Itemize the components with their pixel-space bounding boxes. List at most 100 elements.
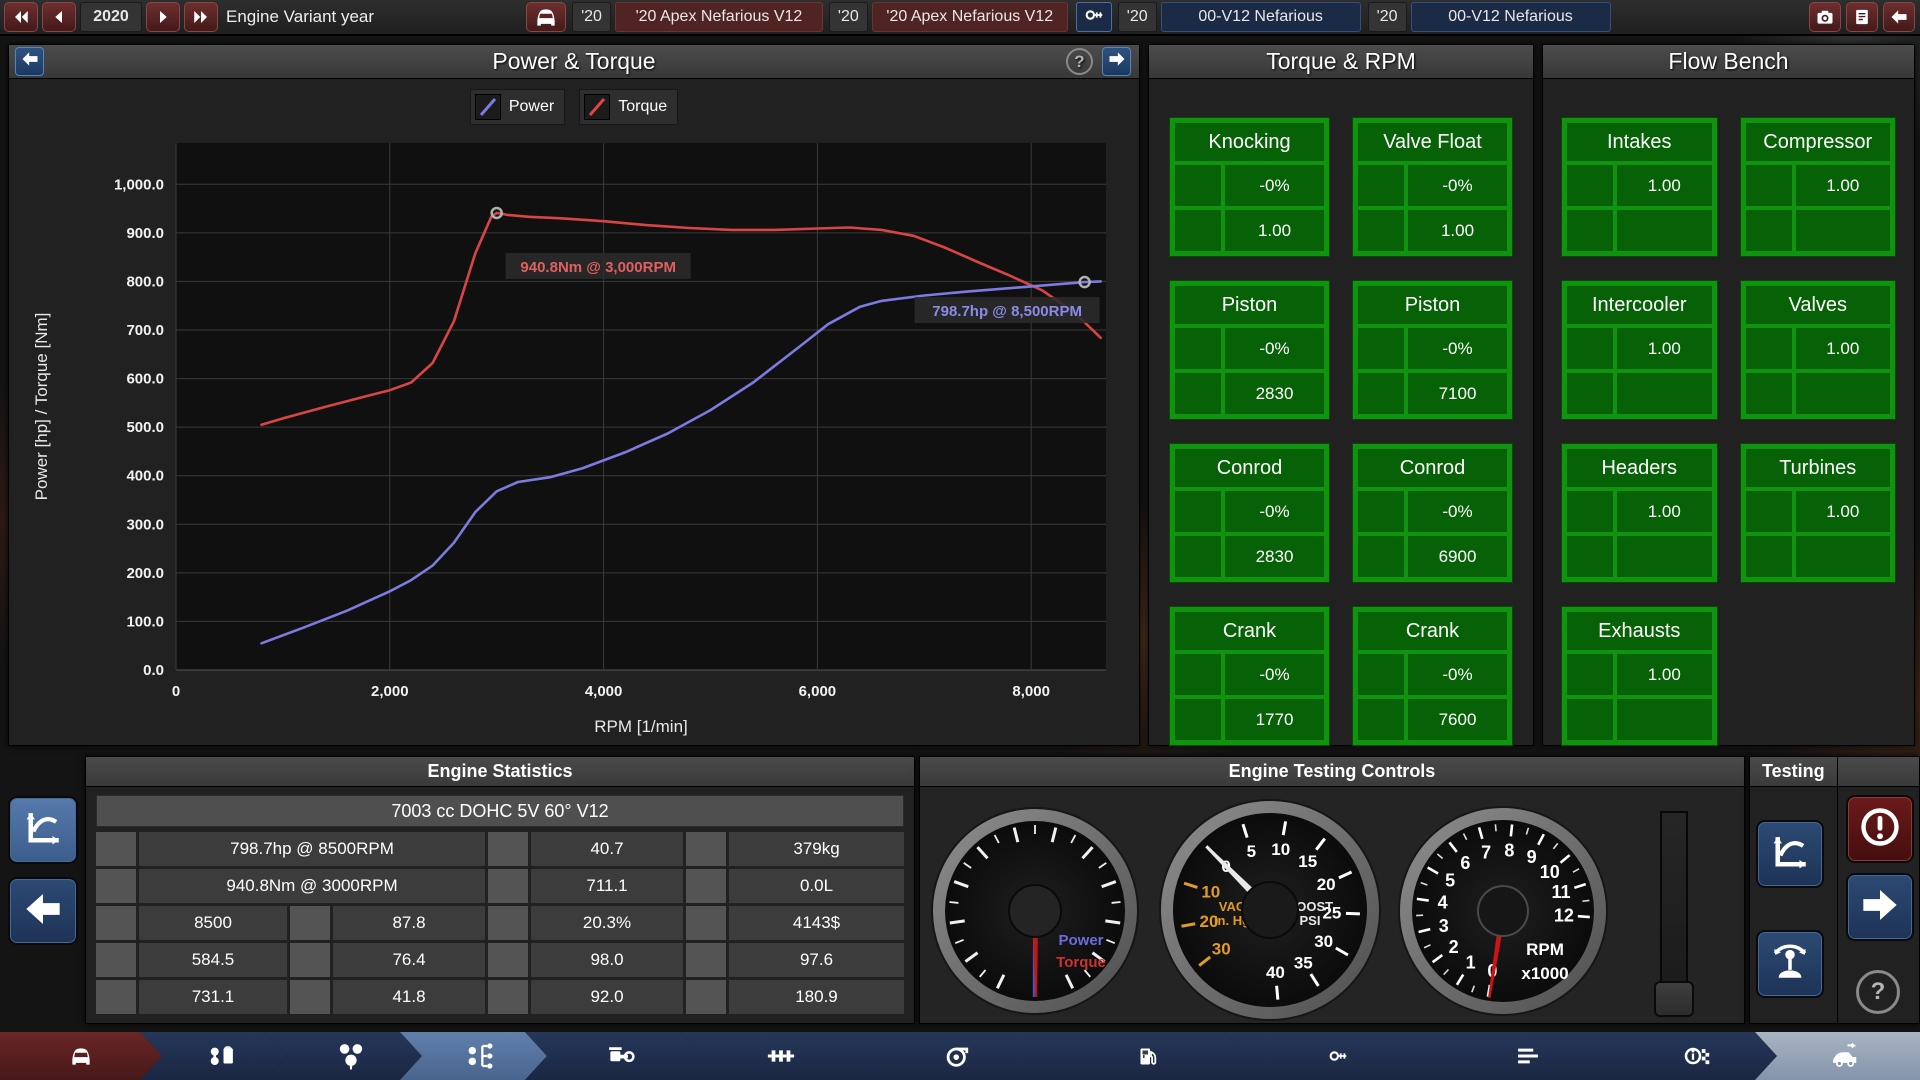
toolbar-tab-car-export[interactable] xyxy=(1755,1032,1920,1080)
toolbar-tab-turbo[interactable] xyxy=(845,1032,1057,1080)
dyno-graph-button[interactable] xyxy=(8,796,78,864)
flow_bench-card-exhausts: Exhausts 1.00 xyxy=(1561,606,1718,746)
help-button[interactable]: ? xyxy=(1856,970,1900,1014)
legend-item-power[interactable]: Power xyxy=(469,89,566,125)
svg-text:30: 30 xyxy=(1212,939,1231,958)
year-last-button[interactable] xyxy=(184,2,218,32)
toolbar-tab-fuel-pump[interactable] xyxy=(1035,1032,1247,1080)
svg-text:Torque: Torque xyxy=(1056,954,1106,971)
torque_rpm-card-valve-float: Valve Float -0% 1.00 xyxy=(1352,117,1513,257)
stat-value: 731.1 xyxy=(139,980,287,1014)
svg-text:400.0: 400.0 xyxy=(126,468,164,485)
card-row: 1.00 xyxy=(1567,328,1712,369)
svg-text:20: 20 xyxy=(1317,875,1336,894)
toolbar-tab-engine-family[interactable] xyxy=(265,1032,422,1080)
previous-screen-button[interactable] xyxy=(8,877,78,945)
toolbar-tab-car[interactable] xyxy=(0,1032,162,1080)
card-value: 1.00 xyxy=(1617,654,1712,695)
chart-next-button[interactable] xyxy=(1102,47,1131,76)
torque_rpm-card-conrod: Conrod -0% 6900 xyxy=(1352,443,1513,583)
year-next-button[interactable] xyxy=(146,2,180,32)
run-test-button[interactable] xyxy=(1846,873,1914,941)
throttle-slider-track[interactable] xyxy=(1660,811,1688,983)
stats-row: 798.7hp @ 8500RPM 40.7 379kg xyxy=(96,832,904,866)
throttle-slider-handle[interactable] xyxy=(1654,981,1694,1017)
stat-value: 76.4 xyxy=(333,943,485,977)
dyno-curves-button[interactable] xyxy=(1756,820,1824,888)
svg-text:5: 5 xyxy=(1247,842,1256,861)
card-value: 1.00 xyxy=(1617,165,1712,206)
card-value: -0% xyxy=(1408,491,1507,532)
svg-text:x1000: x1000 xyxy=(1521,964,1568,983)
crankshaft-icon xyxy=(766,1041,796,1071)
toolbar-tab-list[interactable] xyxy=(1415,1032,1627,1080)
svg-text:700.0: 700.0 xyxy=(126,322,164,339)
back-button[interactable] xyxy=(1883,2,1915,32)
camera-icon xyxy=(1815,7,1835,27)
tab-car-trim[interactable]: '20 Apex Nefarious V12 xyxy=(614,2,823,32)
toolbar-tab-piston[interactable] xyxy=(525,1032,702,1080)
engine-button[interactable] xyxy=(1075,2,1112,32)
toolbar-tab-test-info[interactable] xyxy=(1605,1032,1777,1080)
toolbar-tab-engine-variant[interactable] xyxy=(400,1032,547,1080)
stat-value: 584.5 xyxy=(139,943,287,977)
flow-bench-cards: Intakes 1.00 Compressor 1.00 Intercooler 1… xyxy=(1543,79,1914,746)
car-export-icon xyxy=(1830,1041,1860,1071)
tab-engine-variant[interactable]: 00-V12 Nefarious xyxy=(1410,2,1611,32)
car-era-badge: '20 xyxy=(572,2,611,32)
legend-swatch xyxy=(474,94,501,120)
toolbar-tab-crankshaft[interactable] xyxy=(680,1032,867,1080)
toolbar-tab-engine-folder[interactable] xyxy=(140,1032,287,1080)
card-value: -0% xyxy=(1408,165,1507,206)
torque_rpm-card-crank: Crank -0% 1770 xyxy=(1169,606,1330,746)
svg-text:30: 30 xyxy=(1314,932,1333,951)
svg-text:40: 40 xyxy=(1266,963,1285,982)
svg-text:15: 15 xyxy=(1298,852,1317,871)
year-first-button[interactable] xyxy=(4,2,38,32)
arrow-left-icon xyxy=(1889,7,1909,27)
card-value: 1.00 xyxy=(1617,491,1712,532)
car-model-button[interactable] xyxy=(526,2,567,32)
joystick-icon xyxy=(1769,941,1811,988)
card-row: -0% xyxy=(1358,165,1507,206)
engine-family-icon xyxy=(334,1039,368,1073)
card-value: 1770 xyxy=(1225,699,1324,740)
power-torque-header: Power & Torque ? xyxy=(9,45,1139,79)
engine-testing-screen: 2020 Engine Variant year '20 '20 Apex Ne… xyxy=(0,0,1920,1080)
abort-test-button[interactable] xyxy=(1846,795,1914,863)
graph-icon xyxy=(1769,831,1811,878)
chart-help-button[interactable]: ? xyxy=(1066,48,1093,75)
stat-value: 97.6 xyxy=(729,943,904,977)
screenshot-button[interactable] xyxy=(1809,2,1841,32)
svg-text:900.0: 900.0 xyxy=(126,225,164,242)
manual-control-button[interactable] xyxy=(1756,930,1824,998)
engine-folder-icon xyxy=(206,1041,236,1071)
boost-vacuum-gauge: 0510152025303540102030VACIn. HgBOOSTPSI xyxy=(1159,799,1381,1021)
stat-value: 940.8Nm @ 3000RPM xyxy=(139,869,485,903)
chart-title: Power & Torque xyxy=(492,48,656,74)
testing-divider xyxy=(1837,757,1838,1023)
stat-value: 87.8 xyxy=(333,906,485,940)
power-torque-panel: Power & Torque ? Power Torque 0.0 100.0 20… xyxy=(8,44,1140,746)
legend-item-torque[interactable]: Torque xyxy=(579,89,679,125)
legend-label: Torque xyxy=(618,98,668,115)
tab-engine-family[interactable]: 00-V12 Nefarious xyxy=(1160,2,1361,32)
toolbar-tab-camshaft[interactable] xyxy=(1225,1032,1437,1080)
year-prev-button[interactable] xyxy=(42,2,76,32)
card-value: -0% xyxy=(1225,491,1324,532)
top-bar: 2020 Engine Variant year '20 '20 Apex Ne… xyxy=(0,0,1920,36)
svg-text:940.8Nm @ 3,000RPM: 940.8Nm @ 3,000RPM xyxy=(520,259,676,276)
notes-button[interactable] xyxy=(1846,2,1878,32)
card-title: Piston xyxy=(1358,286,1507,324)
card-row: 1770 xyxy=(1175,699,1324,740)
svg-text:600.0: 600.0 xyxy=(126,371,164,388)
arrow-right-icon xyxy=(1107,48,1127,75)
card-value: -0% xyxy=(1408,654,1507,695)
flow_bench-card-intakes: Intakes 1.00 xyxy=(1561,117,1718,257)
card-row: 6900 xyxy=(1358,536,1507,577)
tab-car-variant[interactable]: '20 Apex Nefarious V12 xyxy=(871,2,1068,32)
stat-value: 41.8 xyxy=(333,980,485,1014)
stat-value: 711.1 xyxy=(531,869,683,903)
svg-text:6,000: 6,000 xyxy=(799,683,837,700)
chart-back-button[interactable] xyxy=(15,47,44,76)
